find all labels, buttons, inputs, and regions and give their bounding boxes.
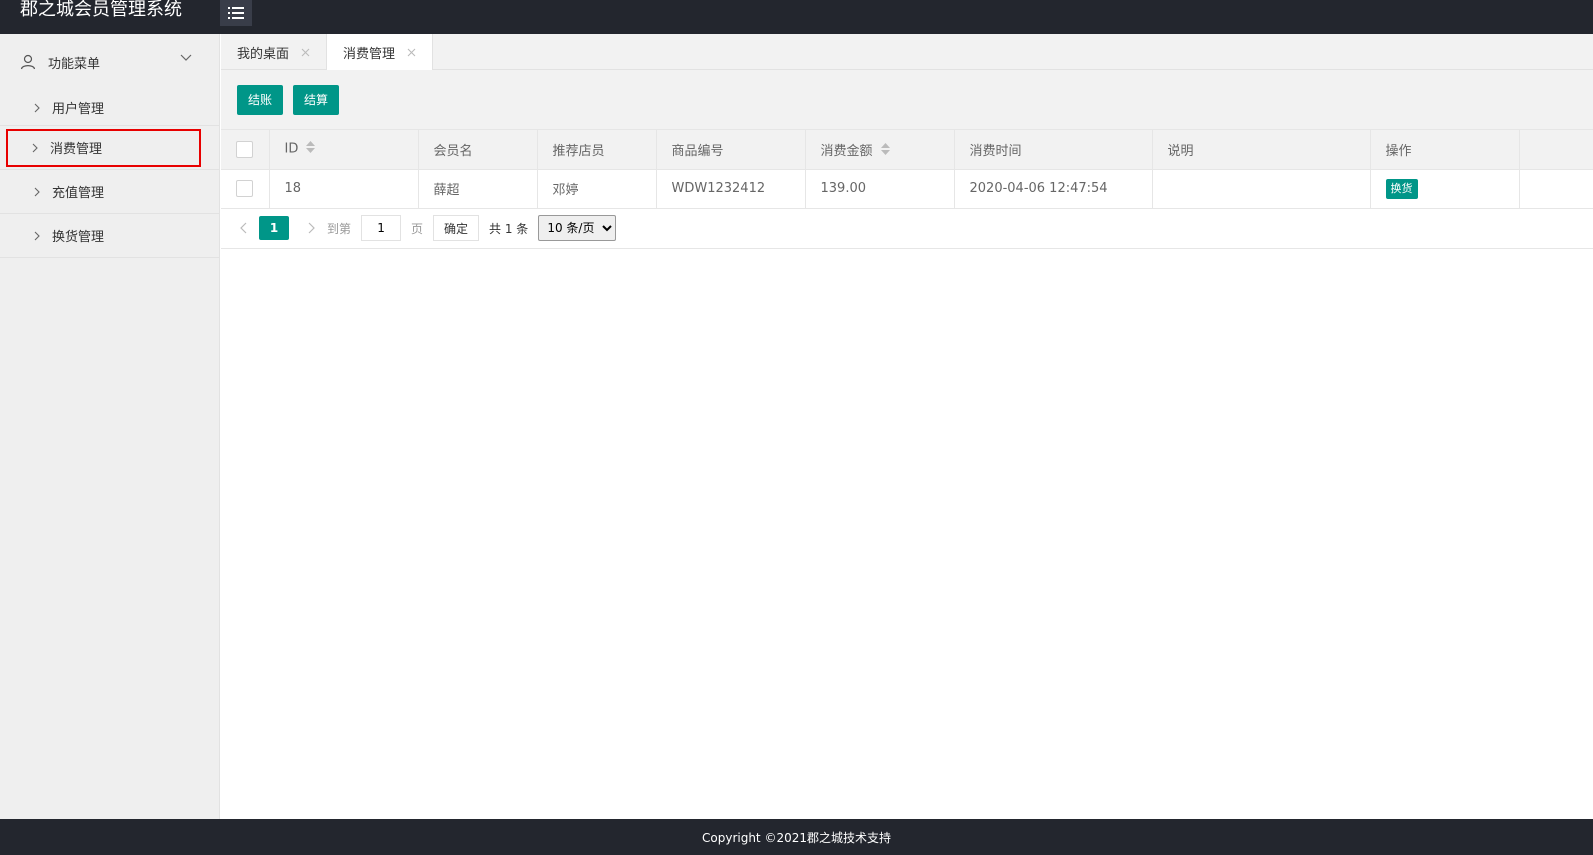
confirm-goto-button[interactable]: 确定: [433, 215, 480, 241]
close-icon[interactable]: [301, 48, 310, 57]
toolbar: 结账 结算: [221, 70, 1593, 130]
list-icon: [228, 7, 244, 19]
sidebar-item-consumption-management[interactable]: 消费管理: [6, 128, 201, 167]
footer: Copyright ©2021郡之城技术支持: [0, 819, 1593, 855]
tab-consumption-management[interactable]: 消费管理: [326, 34, 434, 71]
page-size-select[interactable]: 10 条/页: [538, 215, 617, 241]
app-title: 郡之城会员管理系统: [20, 0, 182, 20]
sidebar: 功能菜单 用户管理 消费管理 充值管理 换货管理: [0, 34, 220, 819]
goto-page-input[interactable]: [361, 215, 402, 241]
main-content: 结账 结算 ID 会员名 推荐店员 商品编号 消费金额 消费时间 说明 操作 1…: [221, 70, 1593, 819]
sidebar-item-recharge-management[interactable]: 充值管理: [0, 170, 219, 214]
cell-staff: 邓婷: [537, 169, 657, 209]
chevron-right-icon: [34, 231, 40, 240]
sidebar-group-function-menu[interactable]: 功能菜单: [0, 34, 219, 90]
header-action: 操作: [1370, 130, 1520, 170]
sidebar-item-user-management[interactable]: 用户管理: [0, 90, 219, 126]
consumption-table: ID 会员名 推荐店员 商品编号 消费金额 消费时间 说明 操作 18 薛超 邓…: [221, 130, 1593, 209]
header-filler: [1519, 130, 1593, 170]
cell-member: 薛超: [418, 169, 538, 209]
tab-bar: 我的桌面 消费管理: [221, 34, 1593, 71]
prev-page-button[interactable]: [235, 222, 251, 234]
top-header: 郡之城会员管理系统: [0, 0, 1593, 34]
user-icon: [20, 54, 36, 70]
header-id[interactable]: ID: [269, 130, 419, 170]
sidebar-item-label: 消费管理: [50, 142, 103, 157]
checkout-button[interactable]: 结账: [237, 84, 284, 115]
next-page-button[interactable]: [303, 222, 319, 234]
sidebar-item-label: 充值管理: [52, 186, 105, 201]
sidebar-item-exchange-management[interactable]: 换货管理: [0, 214, 219, 258]
table-header-row: ID 会员名 推荐店员 商品编号 消费金额 消费时间 说明 操作: [221, 130, 1593, 170]
sidebar-group-label: 功能菜单: [48, 56, 101, 72]
settle-button[interactable]: 结算: [293, 84, 340, 115]
tab-label: 我的桌面: [237, 46, 290, 62]
sort-icon: [306, 141, 316, 154]
sidebar-item-label: 换货管理: [52, 230, 105, 245]
page-suffix: 页: [411, 221, 424, 236]
cell-note: [1152, 169, 1371, 209]
header-time: 消费时间: [954, 130, 1153, 170]
sidebar-item-wrap: 消费管理: [0, 126, 219, 170]
cell-filler: [1519, 169, 1593, 209]
pagination: 1 到第 页 确定 共 1 条 10 条/页: [221, 209, 1593, 249]
cell-time: 2020-04-06 12:47:54: [954, 169, 1153, 209]
chevron-right-icon: [34, 187, 40, 196]
sort-icon: [880, 143, 890, 155]
header-amount[interactable]: 消费金额: [805, 130, 955, 170]
chevron-right-icon: [32, 143, 38, 152]
row-checkbox-cell: [221, 169, 270, 209]
menu-toggle-button[interactable]: [220, 0, 252, 26]
chevron-left-icon: [239, 222, 246, 234]
chevron-down-icon: [180, 54, 192, 61]
chevron-right-icon: [34, 103, 40, 112]
header-member: 会员名: [418, 130, 538, 170]
sidebar-item-label: 用户管理: [52, 102, 105, 117]
chevron-right-icon: [308, 222, 315, 234]
cell-product-code: WDW1232412: [656, 169, 806, 209]
select-all-checkbox[interactable]: [236, 140, 253, 158]
table-row: 18 薛超 邓婷 WDW1232412 139.00 2020-04-06 12…: [221, 169, 1593, 209]
total-count: 共 1 条: [489, 221, 529, 236]
copyright-text: Copyright ©2021郡之城技术支持: [702, 830, 891, 845]
header-product-code: 商品编号: [656, 130, 806, 170]
tab-label: 消费管理: [343, 47, 396, 62]
cell-action: 换货: [1370, 169, 1520, 209]
current-page[interactable]: 1: [259, 216, 289, 240]
cell-id: 18: [269, 169, 419, 209]
close-icon[interactable]: [407, 48, 416, 57]
header-checkbox-cell: [221, 130, 270, 170]
header-note: 说明: [1152, 130, 1371, 170]
tab-my-desktop[interactable]: 我的桌面: [221, 34, 326, 70]
cell-amount: 139.00: [805, 169, 955, 209]
row-checkbox[interactable]: [236, 180, 253, 197]
header-staff: 推荐店员: [537, 130, 657, 170]
goto-label: 到第: [327, 221, 352, 236]
exchange-button[interactable]: 换货: [1385, 178, 1418, 199]
